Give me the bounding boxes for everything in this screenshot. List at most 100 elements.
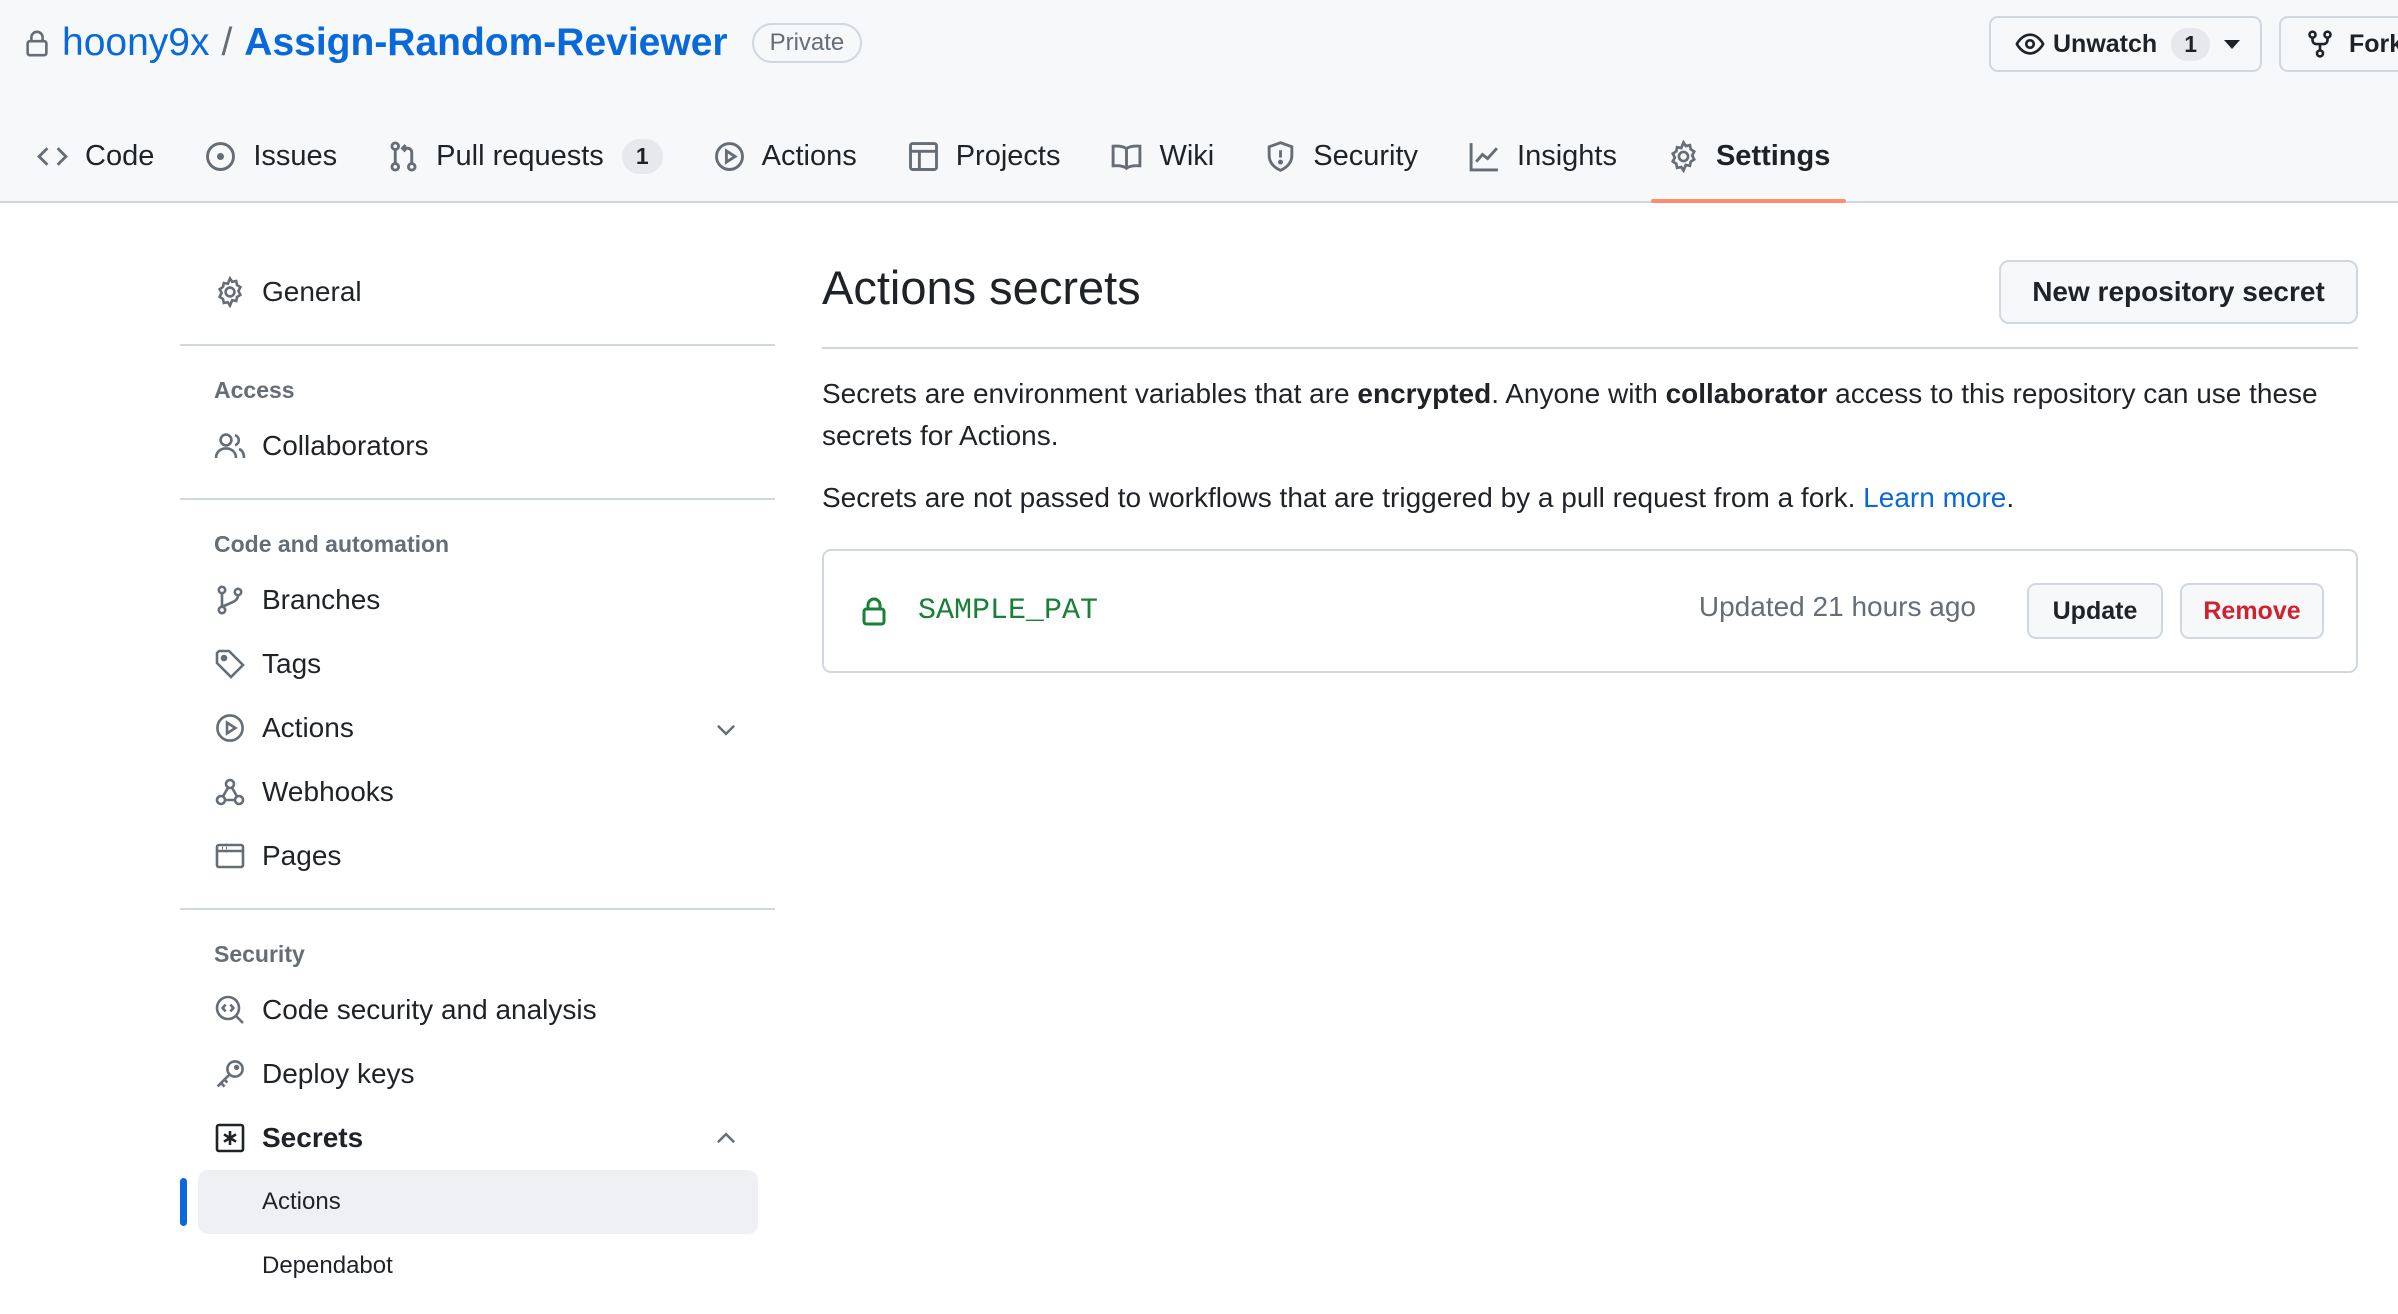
- remove-secret-button[interactable]: Remove: [2180, 583, 2324, 639]
- sidebar-subitem-secrets-actions[interactable]: Actions: [180, 1170, 758, 1234]
- page-header: Actions secrets New repository secret: [822, 260, 2358, 349]
- people-icon: [214, 433, 246, 459]
- sidebar-item-general[interactable]: General: [180, 260, 775, 324]
- new-repository-secret-button[interactable]: New repository secret: [1999, 260, 2358, 324]
- unwatch-button[interactable]: Unwatch 1: [1989, 16, 2262, 72]
- tab-label: Wiki: [1159, 139, 1215, 172]
- page-title: Actions secrets: [822, 261, 1141, 314]
- sidebar-item-label: Secrets: [262, 1122, 364, 1153]
- sidebar-item-secrets[interactable]: Secrets: [180, 1106, 775, 1170]
- sidebar-item-label: Code security and analysis: [262, 994, 597, 1025]
- tab-label: Code: [85, 139, 155, 172]
- code-icon: [37, 146, 68, 166]
- table-icon: [908, 141, 938, 171]
- play-icon: [714, 141, 744, 171]
- tab-settings[interactable]: Settings: [1650, 118, 1847, 203]
- issue-icon: [206, 141, 236, 171]
- repo-owner-link[interactable]: hoony9x: [62, 21, 209, 65]
- eye-icon: [2015, 29, 2053, 59]
- sidebar-item-label: Collaborators: [262, 430, 429, 461]
- desc-text: .: [2006, 482, 2015, 513]
- gear-icon: [217, 276, 243, 308]
- sidebar-item-webhooks[interactable]: Webhooks: [180, 760, 775, 824]
- tab-code[interactable]: Code: [20, 118, 170, 194]
- main-content: Actions secrets New repository secret Se…: [822, 260, 2358, 673]
- tab-label: Settings: [1715, 139, 1831, 172]
- secret-row: SAMPLE_PAT Updated 21 hours ago Update R…: [822, 549, 2358, 673]
- sidebar-item-label: General: [262, 276, 362, 307]
- webhook-icon: [215, 778, 245, 806]
- tab-wiki[interactable]: Wiki: [1094, 118, 1230, 194]
- sidebar-heading-access: Access: [214, 376, 295, 403]
- chevron-down-icon[interactable]: [713, 716, 739, 742]
- sidebar-heading-code-automation: Code and automation: [214, 530, 450, 557]
- sidebar-item-code-security[interactable]: Code security and analysis: [180, 978, 775, 1042]
- lock-icon: [858, 595, 890, 627]
- tab-security[interactable]: Security: [1248, 118, 1434, 194]
- fork-warning: Secrets are not passed to workflows that…: [822, 477, 2358, 519]
- desc-emphasis-encrypted: encrypted: [1357, 378, 1492, 409]
- repo-nav-tabs: Code Issues Pull requests 1 Actions Proj…: [20, 118, 1864, 203]
- sidebar-item-label: Tags: [262, 648, 322, 679]
- pull-request-icon: [390, 140, 417, 172]
- book-icon: [1112, 144, 1142, 170]
- repo-header: hoony9x / Assign-Random-Reviewer Private…: [0, 0, 2398, 203]
- sidebar-item-tags[interactable]: Tags: [180, 632, 775, 696]
- watch-count: 1: [2171, 27, 2210, 61]
- update-secret-button[interactable]: Update: [2027, 583, 2163, 639]
- sidebar-heading-security: Security: [214, 940, 305, 967]
- repo-title-row: hoony9x / Assign-Random-Reviewer Private: [22, 18, 863, 68]
- settings-sidebar: General Access Collaborators Code and au…: [180, 260, 775, 1298]
- sidebar-item-pages[interactable]: Pages: [180, 824, 775, 888]
- tab-label: Security: [1313, 139, 1419, 172]
- fork-button[interactable]: Fork: [2279, 16, 2398, 72]
- gear-icon: [1670, 139, 1696, 173]
- tab-projects[interactable]: Projects: [891, 118, 1077, 194]
- lock-icon: [22, 28, 52, 58]
- sidebar-item-deploy-keys[interactable]: Deploy keys: [180, 1042, 775, 1106]
- sidebar-item-label: Deploy keys: [262, 1058, 415, 1089]
- tag-icon: [215, 649, 245, 679]
- tab-pull-requests[interactable]: Pull requests 1: [371, 118, 678, 194]
- chevron-up-icon[interactable]: [713, 1126, 739, 1152]
- desc-emphasis-collaborator: collaborator: [1665, 378, 1828, 409]
- sidebar-item-label: Actions: [262, 712, 354, 743]
- branch-icon: [217, 585, 243, 615]
- visibility-badge: Private: [751, 23, 863, 63]
- asterisk-icon: [215, 1123, 245, 1153]
- secret-name: SAMPLE_PAT: [918, 594, 1099, 628]
- secrets-description: Secrets are environment variables that a…: [822, 373, 2358, 457]
- sidebar-item-branches[interactable]: Branches: [180, 568, 775, 632]
- sidebar-item-actions[interactable]: Actions: [180, 696, 775, 760]
- repo-name-link[interactable]: Assign-Random-Reviewer: [244, 21, 727, 65]
- fork-icon: [2305, 29, 2349, 59]
- caret-down-icon[interactable]: [2223, 39, 2240, 49]
- tab-label: Projects: [955, 139, 1061, 172]
- desc-text: Secrets are environment variables that a…: [822, 378, 1358, 409]
- shield-icon: [1267, 140, 1294, 172]
- sidebar-item-label: Pages: [262, 840, 342, 871]
- tab-label: Pull requests: [436, 139, 604, 172]
- tab-issues[interactable]: Issues: [188, 118, 353, 194]
- sidebar-divider: [180, 344, 775, 346]
- unwatch-label: Unwatch: [2053, 29, 2158, 58]
- desc-text: . Anyone with: [1491, 378, 1666, 409]
- tab-insights[interactable]: Insights: [1452, 118, 1633, 194]
- sidebar-item-label: Webhooks: [262, 776, 394, 807]
- sidebar-divider: [180, 908, 775, 910]
- play-icon: [216, 714, 244, 742]
- sidebar-divider: [180, 498, 775, 500]
- pull-request-count: 1: [621, 138, 663, 174]
- desc-text: Secrets are not passed to workflows that…: [822, 482, 1864, 513]
- repo-separator: /: [221, 21, 233, 64]
- learn-more-link[interactable]: Learn more: [1863, 482, 2006, 513]
- tab-actions[interactable]: Actions: [697, 118, 873, 194]
- codescan-icon: [215, 995, 244, 1024]
- key-icon: [216, 1060, 244, 1088]
- tab-label: Insights: [1517, 139, 1617, 172]
- secret-updated-time: Updated 21 hours ago: [1698, 591, 1976, 622]
- sidebar-subitem-secrets-dependabot[interactable]: Dependabot: [180, 1234, 775, 1298]
- browser-icon: [215, 843, 245, 869]
- sidebar-item-collaborators[interactable]: Collaborators: [180, 414, 775, 478]
- tab-label: Actions: [761, 139, 857, 172]
